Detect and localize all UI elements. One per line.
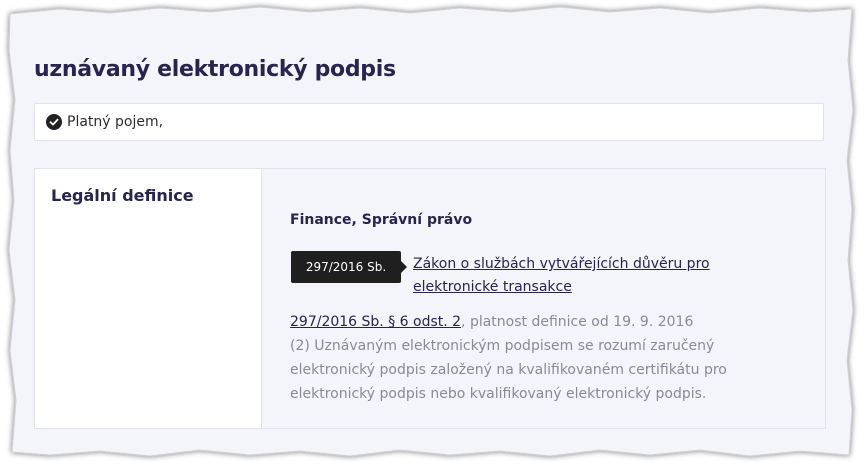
validity-text: , platnost definice od 19. 9. 2016 [461, 314, 694, 330]
definition-text: (2) Uznávaným elektronickým podpisem se … [290, 338, 727, 402]
definition-label: Legální definice [51, 186, 194, 205]
definition-label-cell: Legální definice [35, 169, 262, 428]
law-title-link[interactable]: Zákon o službách vytvářejících důvěru pr… [413, 253, 743, 299]
status-bar: Platný pojem, [34, 103, 824, 141]
definition-domains: Finance, Správní právo [290, 212, 473, 228]
check-circle-icon [46, 114, 62, 130]
definition-table: Legální definice Finance, Správní právo … [34, 168, 826, 429]
definition-citation: 297/2016 Sb. § 6 odst. 2, platnost defin… [290, 310, 760, 406]
law-number-tooltip: 297/2016 Sb. [291, 251, 407, 283]
section-reference-link[interactable]: 297/2016 Sb. § 6 odst. 2 [290, 314, 461, 330]
definition-content-cell: Finance, Správní právo 297/2016 Sb. Záko… [262, 169, 825, 428]
status-text: Platný pojem, [67, 114, 164, 130]
page-title: uznávaný elektronický podpis [34, 57, 396, 82]
